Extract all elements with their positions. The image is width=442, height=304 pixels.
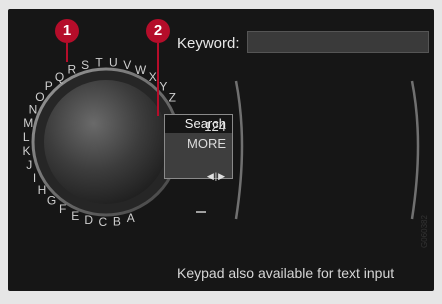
dial-letter-t[interactable]: T (95, 55, 103, 69)
menu-item-124[interactable]: 124 (204, 119, 226, 134)
dial-letter-f[interactable]: F (59, 202, 66, 216)
dial-letter-z[interactable]: Z (169, 90, 176, 104)
dial-letter-p[interactable]: P (45, 79, 53, 93)
dial-letter-g[interactable]: G (47, 194, 56, 208)
dial-letter-h[interactable]: H (38, 183, 47, 197)
dial-letter-x[interactable]: X (149, 70, 157, 84)
dial-letter-b[interactable]: B (113, 214, 121, 228)
arrow-toggle-icon[interactable]: ◀|▶ (207, 171, 226, 182)
dial-letter-j[interactable]: J (26, 158, 32, 172)
dial-letter-o[interactable]: O (35, 90, 44, 104)
dial-letter-v[interactable]: V (123, 58, 131, 72)
callout-2: 2 (146, 19, 170, 43)
dial-letter-c[interactable]: C (98, 215, 107, 229)
popup-menu: 124 MORE Search ◀|▶ (164, 114, 233, 182)
dial-letter-a[interactable]: A (127, 211, 135, 225)
dial-letter-y[interactable]: Y (159, 79, 167, 93)
footer-hint: Keypad also available for text input (177, 265, 395, 281)
infotainment-screen: ABCDEFGHIJKLMNOPQRSTUVWXYZ Keyword: 124 … (8, 9, 434, 291)
callout-1-line (66, 43, 68, 62)
dial-center (44, 80, 168, 204)
dial-letter-n[interactable]: N (29, 102, 38, 116)
callout-1: 1 (55, 19, 79, 43)
dial-letter-i[interactable]: I (33, 171, 36, 185)
dial-letter-w[interactable]: W (135, 63, 147, 77)
callout-2-line (157, 43, 159, 116)
dial-letter-m[interactable]: M (23, 116, 33, 130)
page-frame: ABCDEFGHIJKLMNOPQRSTUVWXYZ Keyword: 124 … (0, 0, 442, 304)
keyword-input[interactable] (247, 31, 429, 53)
dial-letter-s[interactable]: S (81, 58, 89, 72)
dial-letter-q[interactable]: Q (55, 70, 64, 84)
dial-letter-e[interactable]: E (71, 209, 79, 223)
dial-letter-u[interactable]: U (109, 55, 118, 69)
keyword-label: Keyword: (177, 35, 240, 52)
dial-letter-k[interactable]: K (22, 144, 30, 158)
right-bracket-inner (234, 80, 244, 220)
dial-letter-l[interactable]: L (23, 130, 30, 144)
right-bracket-outer (410, 80, 420, 220)
menu-item-more[interactable]: MORE (187, 136, 226, 151)
dial-letter-r[interactable]: R (67, 63, 76, 77)
image-code: G060382 (420, 215, 429, 248)
dial-letter-d[interactable]: D (84, 213, 93, 227)
